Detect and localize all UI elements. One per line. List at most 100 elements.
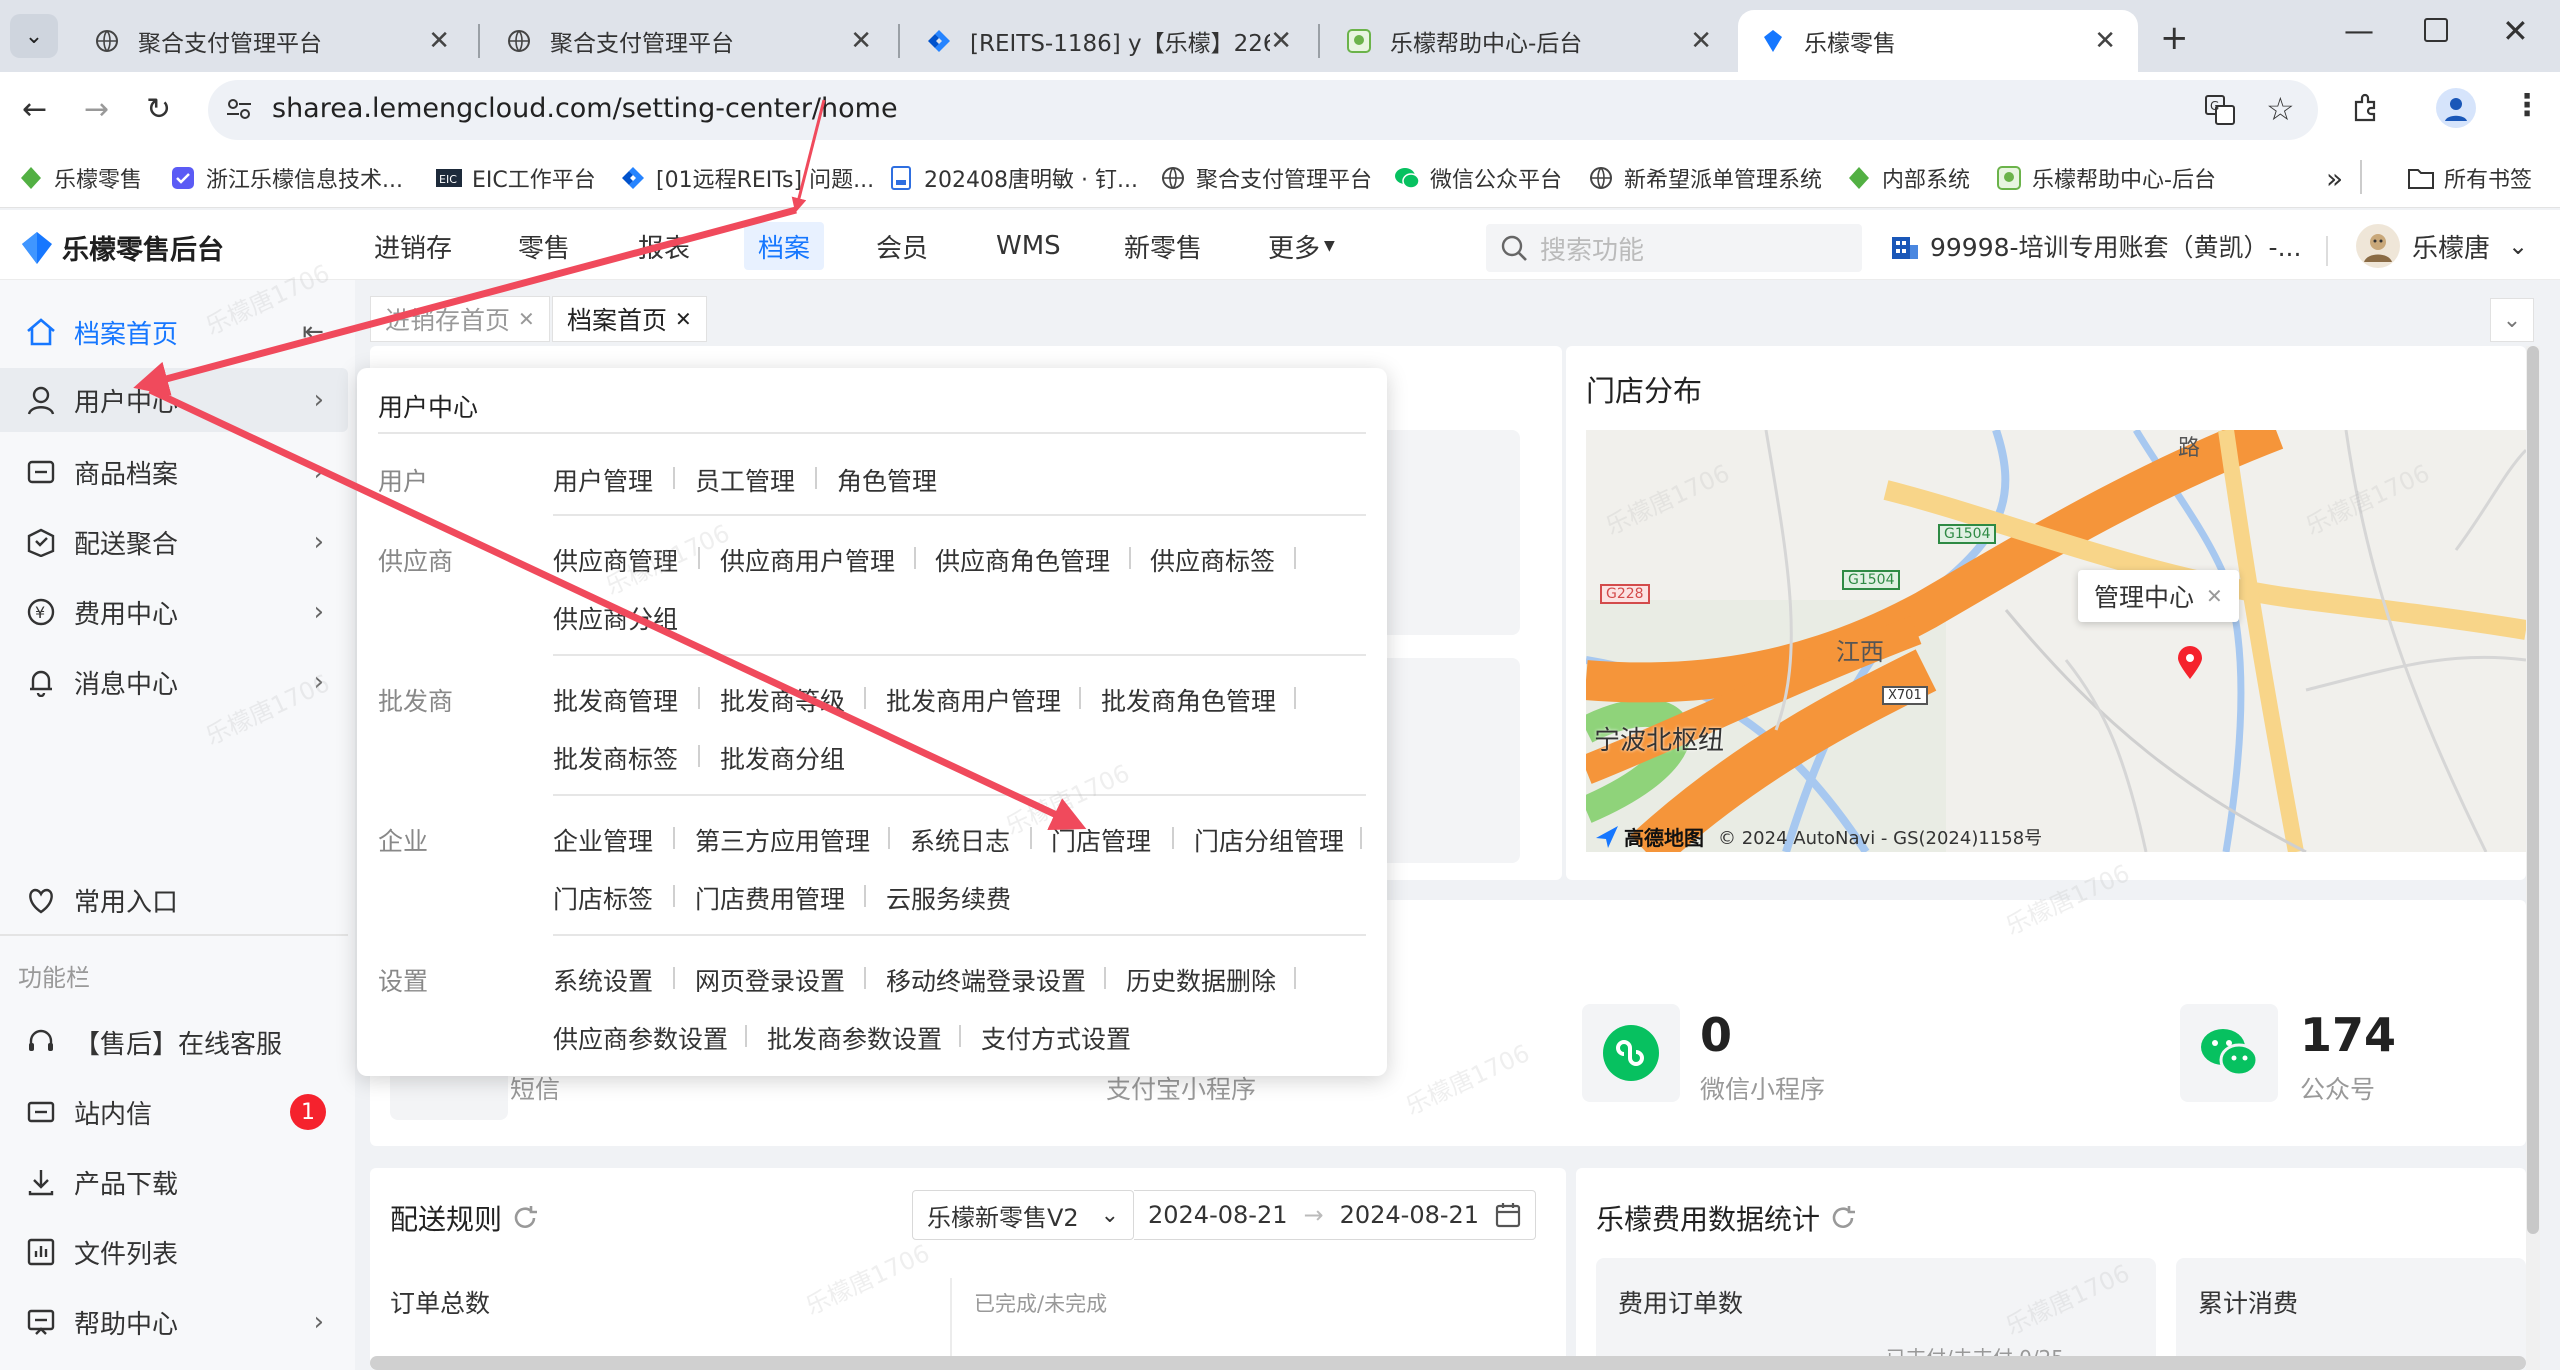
horizontal-scrollbar[interactable] (370, 1356, 2526, 1370)
user-menu[interactable]: 乐檬唐 ⌄ (2356, 224, 2528, 268)
tab-search-button[interactable]: ⌄ (10, 14, 58, 58)
menu-link[interactable]: 供应商分组 (553, 600, 678, 636)
menu-link[interactable]: 企业管理 (553, 822, 653, 858)
bookmark-item[interactable]: 乐檬零售 (18, 158, 142, 198)
search-input[interactable]: 搜索功能 (1486, 224, 1862, 272)
menu-link[interactable]: 门店费用管理 (695, 880, 845, 916)
date-from[interactable]: 2024-08-21 (1148, 1201, 1287, 1229)
calendar-icon[interactable] (1495, 1202, 1521, 1228)
close-icon[interactable]: ✕ (518, 307, 535, 331)
menu-link[interactable]: 批发商用户管理 (886, 682, 1061, 718)
date-range-picker[interactable]: 2024-08-21 → 2024-08-21 (1134, 1190, 1536, 1240)
close-icon[interactable]: ✕ (1270, 26, 1292, 56)
translate-icon[interactable]: G (2204, 94, 2236, 126)
nav-item[interactable]: 进销存 (374, 222, 452, 270)
sidebar-item-help-center[interactable]: 帮助中心 › (0, 1290, 348, 1354)
bookmark-item[interactable]: 浙江乐檬信息技术... (170, 158, 403, 198)
bookmark-item[interactable]: 聚合支付管理平台 (1160, 158, 1372, 198)
collapse-sidebar-icon[interactable]: ⇤ (302, 317, 324, 347)
site-info-icon[interactable] (224, 94, 254, 124)
sidebar-item-user-center[interactable]: 用户中心 › (0, 368, 348, 432)
sidebar-item-delivery[interactable]: 配送聚合 › (0, 510, 348, 574)
menu-link[interactable]: 批发商等级 (720, 682, 845, 718)
browser-tab-3[interactable]: [REITS-1186] y【乐檬】22621 ✕ (904, 10, 1314, 72)
menu-link[interactable]: 门店分组管理 (1194, 822, 1344, 858)
back-button[interactable]: ← (22, 92, 47, 127)
browser-tab-2[interactable]: 聚合支付管理平台 ✕ (484, 10, 894, 72)
menu-link[interactable]: 网页登录设置 (695, 962, 845, 998)
nav-item[interactable]: WMS (996, 222, 1061, 270)
browser-tab-4[interactable]: 乐檬帮助中心-后台 ✕ (1324, 10, 1734, 72)
menu-link[interactable]: 批发商标签 (553, 740, 678, 776)
date-to[interactable]: 2024-08-21 (1340, 1201, 1479, 1229)
sidebar-item-file-list[interactable]: 文件列表 (0, 1220, 348, 1284)
location-pin-icon[interactable] (2177, 646, 2203, 680)
menu-link[interactable]: 云服务续费 (886, 880, 1011, 916)
menu-link[interactable]: 门店标签 (553, 880, 653, 916)
menu-link[interactable]: 供应商角色管理 (935, 542, 1110, 578)
browser-menu-button[interactable]: ⋮ (2512, 88, 2542, 123)
forward-button[interactable]: → (84, 92, 109, 127)
nav-item[interactable]: 会员 (876, 222, 928, 270)
sidebar-item-archive-home[interactable]: 档案首页 ⇤ (0, 300, 348, 364)
nav-item[interactable]: 零售 (518, 222, 570, 270)
brand[interactable]: 乐檬零售后台 (20, 228, 224, 267)
refresh-icon[interactable] (1830, 1205, 1856, 1231)
close-icon[interactable]: ✕ (675, 307, 692, 331)
tabs-expand-button[interactable]: ⌄ (2490, 298, 2534, 342)
menu-link[interactable]: 门店管理 (1051, 822, 1151, 858)
menu-link[interactable]: 历史数据删除 (1126, 962, 1276, 998)
window-close-button[interactable]: ✕ (2502, 12, 2529, 50)
minimize-button[interactable]: — (2344, 14, 2374, 49)
menu-link[interactable]: 批发商角色管理 (1101, 682, 1276, 718)
bookmark-item[interactable]: 微信公众平台 (1394, 158, 1562, 198)
menu-link[interactable]: 第三方应用管理 (695, 822, 870, 858)
close-icon[interactable]: ✕ (2094, 26, 2116, 56)
browser-tab-5-active[interactable]: 乐檬零售 ✕ (1738, 10, 2138, 72)
store-map[interactable]: G1504 G1504 G228 X701 路 江西 宁波北枢纽 管理中心 ✕ … (1586, 430, 2526, 852)
sidebar-item-inbox[interactable]: 站内信 1 (0, 1080, 348, 1144)
sidebar-item-downloads[interactable]: 产品下载 (0, 1150, 348, 1214)
bookmark-item[interactable]: 内部系统 (1846, 158, 1970, 198)
store-select[interactable]: 乐檬新零售V2 ⌄ (912, 1190, 1134, 1240)
page-scrollbar-thumb[interactable] (2527, 346, 2539, 1234)
menu-link[interactable]: 用户管理 (553, 462, 653, 498)
menu-link[interactable]: 供应商用户管理 (720, 542, 895, 578)
menu-link[interactable]: 供应商参数设置 (553, 1020, 728, 1056)
close-icon[interactable]: ✕ (428, 26, 450, 56)
sidebar-item-product-archive[interactable]: 商品档案 › (0, 440, 348, 504)
restore-button[interactable] (2424, 18, 2448, 42)
nav-item-active[interactable]: 档案 (744, 222, 825, 270)
close-icon[interactable]: ✕ (850, 26, 872, 56)
nav-item[interactable]: 新零售 (1124, 222, 1202, 270)
bookmark-item[interactable]: 202408唐明敏 · 钉... (888, 158, 1138, 198)
new-tab-button[interactable]: + (2160, 18, 2189, 58)
map-popup[interactable]: 管理中心 ✕ (2078, 570, 2239, 622)
url-text[interactable]: sharea.lemengcloud.com/setting-center/ho… (272, 93, 898, 124)
sidebar-item-online-support[interactable]: 【售后】在线客服 (0, 1010, 348, 1074)
nav-item[interactable]: 报表 (638, 222, 690, 270)
close-icon[interactable]: ✕ (2206, 584, 2223, 608)
more-bookmarks-button[interactable]: » (2326, 158, 2343, 198)
reload-button[interactable]: ↻ (146, 92, 171, 127)
sidebar-item-favorites[interactable]: 常用入口 (0, 868, 348, 932)
menu-link[interactable]: 系统设置 (553, 962, 653, 998)
omnibox[interactable]: sharea.lemengcloud.com/setting-center/ho… (208, 80, 2318, 140)
menu-link[interactable]: 批发商分组 (720, 740, 845, 776)
menu-link[interactable]: 支付方式设置 (981, 1020, 1131, 1056)
bookmark-item[interactable]: 新希望派单管理系统 (1588, 158, 1822, 198)
menu-link[interactable]: 系统日志 (910, 822, 1010, 858)
bookmark-item[interactable]: [01远程REITs] 问题... (620, 158, 874, 198)
bookmark-item[interactable]: EIC EIC工作平台 (436, 158, 596, 198)
close-icon[interactable]: ✕ (1690, 26, 1712, 56)
refresh-icon[interactable] (512, 1205, 538, 1231)
nav-more[interactable]: 更多 ▼ (1268, 222, 1335, 270)
browser-tab-1[interactable]: 聚合支付管理平台 ✕ (72, 10, 472, 72)
all-bookmarks-folder[interactable]: 所有书签 (2408, 158, 2532, 198)
menu-link[interactable]: 角色管理 (837, 462, 937, 498)
menu-link[interactable]: 批发商参数设置 (767, 1020, 942, 1056)
menu-link[interactable]: 供应商管理 (553, 542, 678, 578)
sidebar-item-fee-center[interactable]: ¥ 费用中心 › (0, 580, 348, 644)
profile-avatar[interactable] (2436, 88, 2476, 128)
page-tab-inventory-home[interactable]: 进销存首页 ✕ (370, 296, 550, 342)
